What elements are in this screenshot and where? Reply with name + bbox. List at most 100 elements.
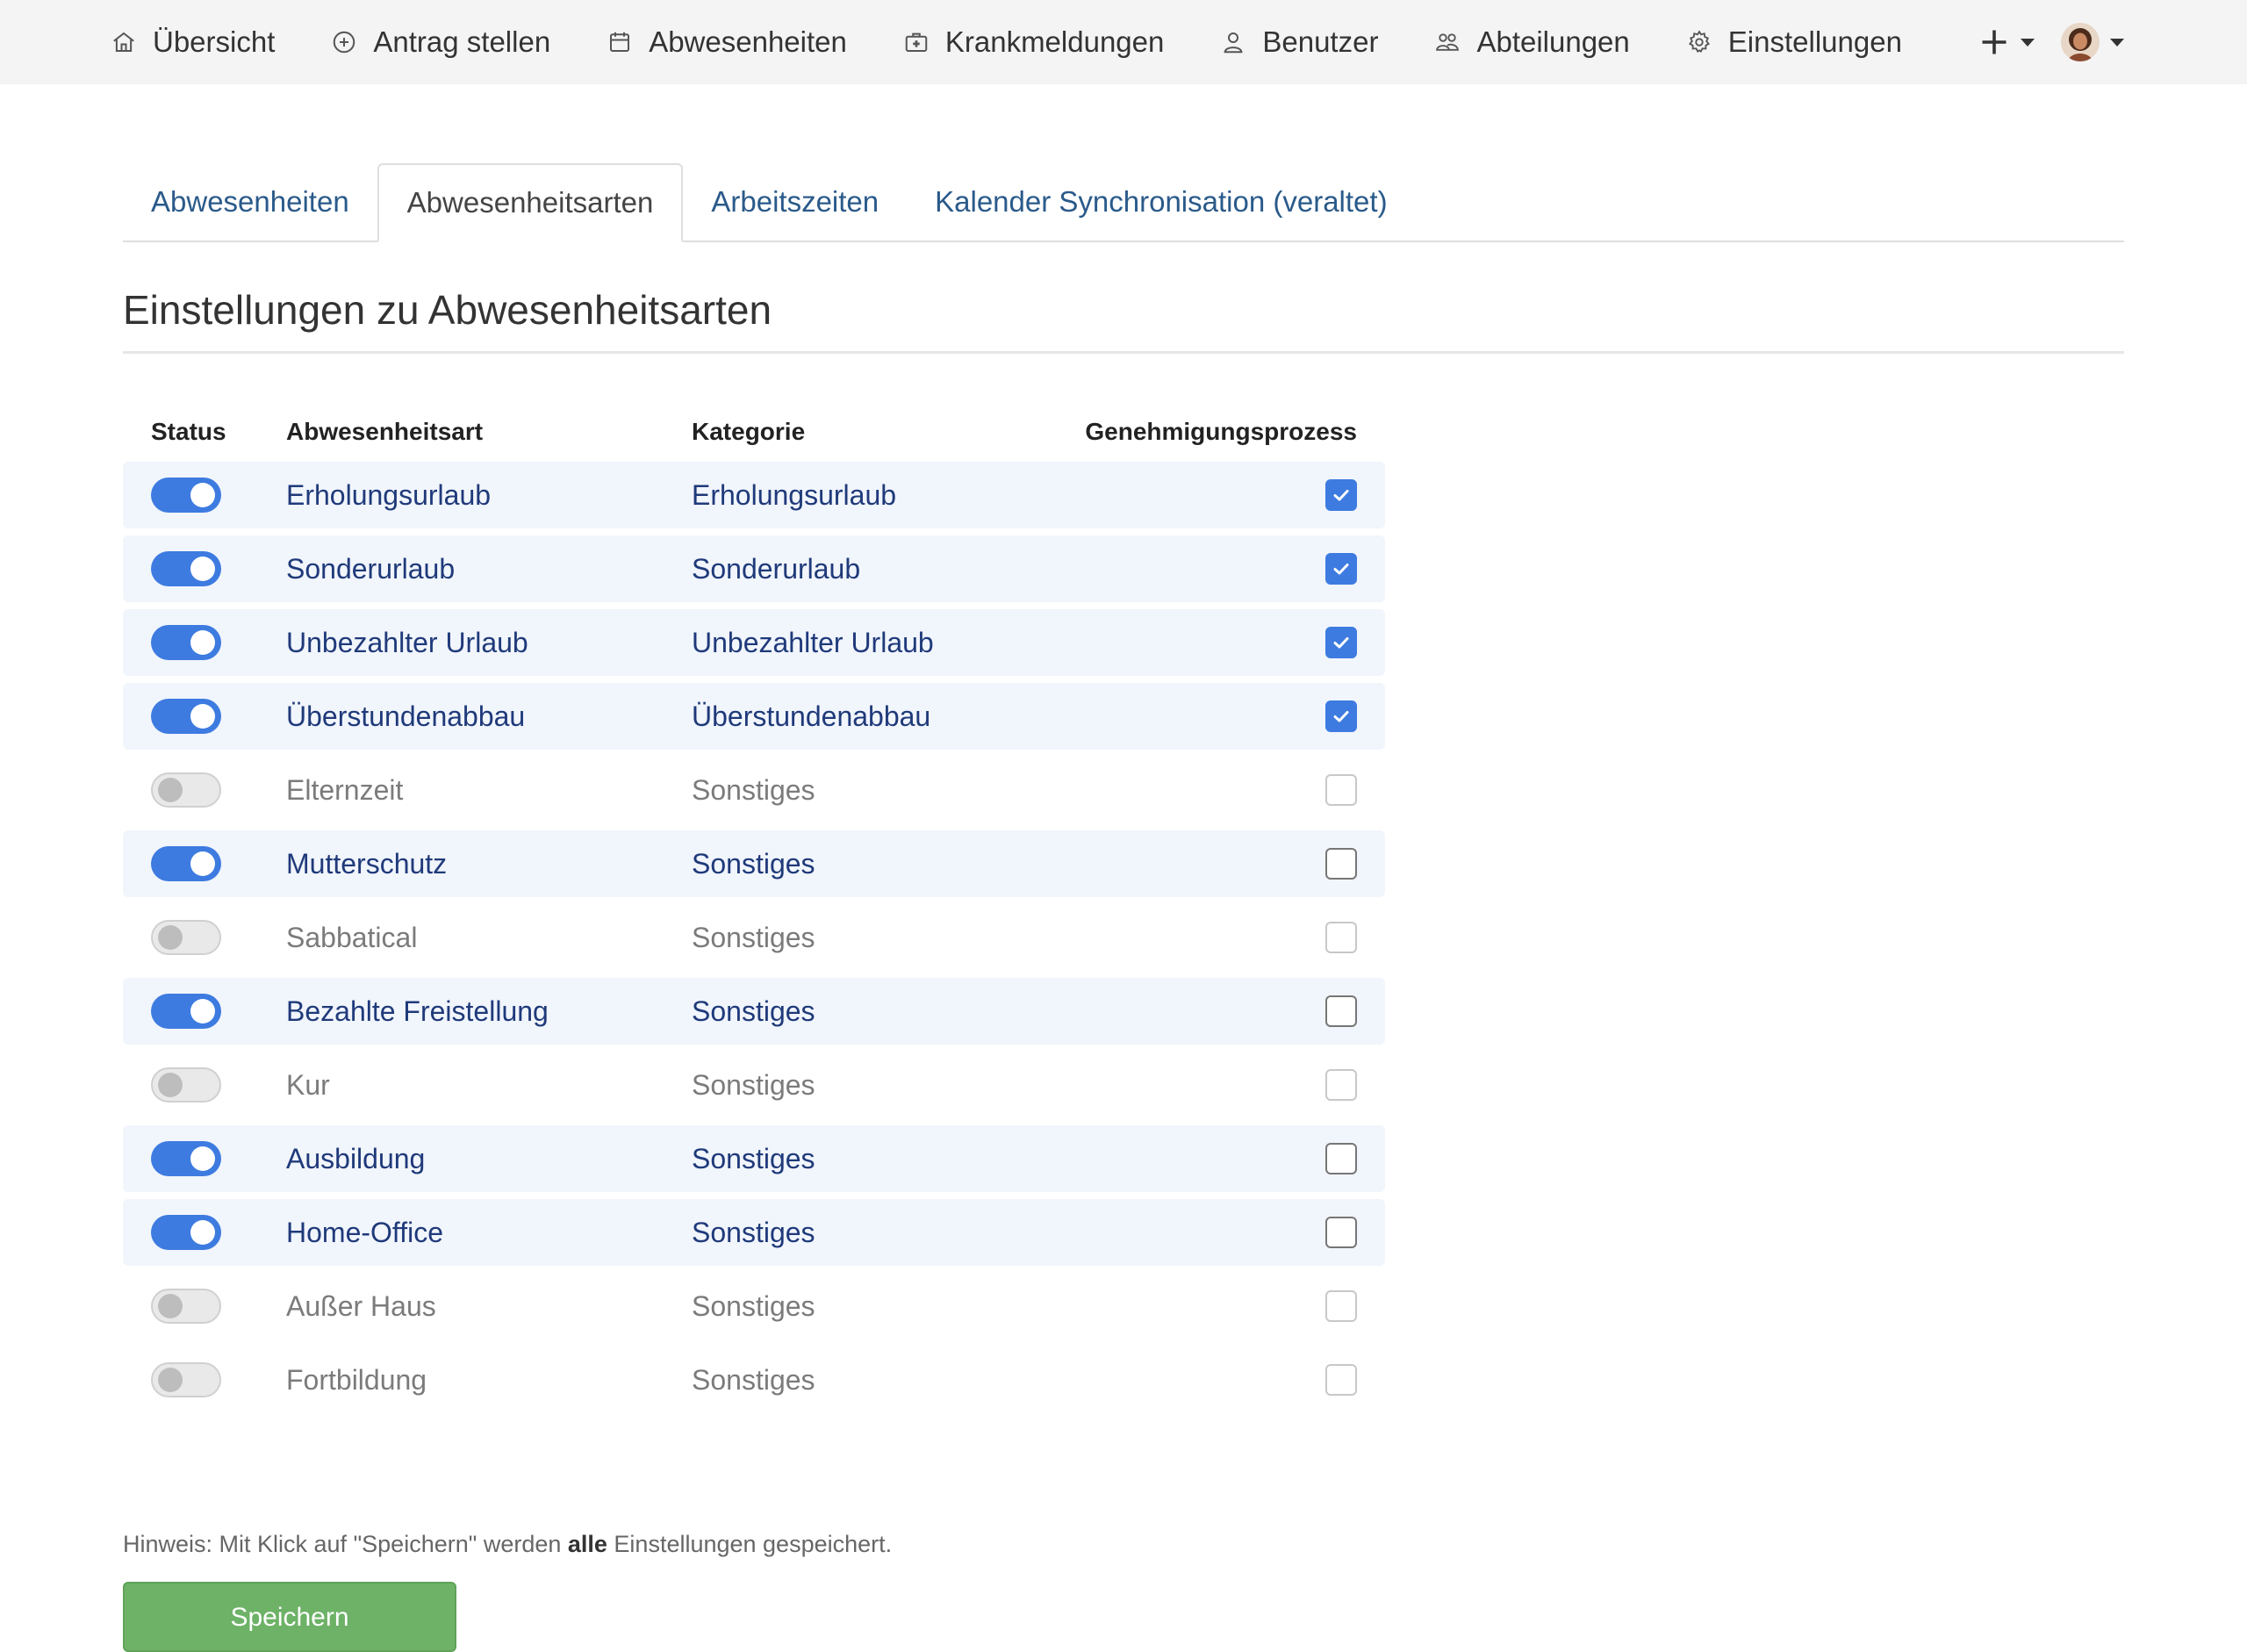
- status-toggle[interactable]: [151, 699, 221, 734]
- absence-category: Sonstiges: [692, 1289, 815, 1322]
- table-header: Status Abwesenheitsart Kategorie Genehmi…: [123, 409, 1385, 455]
- approval-checkbox[interactable]: [1325, 1290, 1357, 1322]
- nav-item-label: Abwesenheiten: [649, 25, 847, 58]
- tab-working-times[interactable]: Arbeitszeiten: [683, 163, 907, 241]
- medical-case-icon: [903, 29, 930, 55]
- hint-bold: alle: [567, 1531, 607, 1557]
- approval-checkbox[interactable]: [1325, 1217, 1357, 1248]
- table-row: Bezahlte Freistellung Sonstiges: [123, 978, 1385, 1045]
- nav-item-departments[interactable]: Abteilungen: [1434, 25, 1630, 59]
- nav-item-sick-notes[interactable]: Krankmeldungen: [903, 25, 1165, 59]
- approval-cell: [1078, 479, 1385, 511]
- status-toggle[interactable]: [151, 1289, 221, 1324]
- plus-icon: [1982, 30, 2007, 54]
- nav-item-label: Einstellungen: [1727, 25, 1902, 58]
- toggle-knob: [190, 704, 215, 729]
- toggle-knob: [190, 483, 215, 507]
- status-toggle[interactable]: [151, 478, 221, 513]
- table-row: Überstundenabbau Überstundenabbau: [123, 683, 1385, 750]
- settings-tabs: Abwesenheiten Abwesenheitsarten Arbeitsz…: [123, 163, 2124, 242]
- absence-category: Sonderurlaub: [692, 552, 861, 585]
- status-cell: [123, 1215, 286, 1250]
- tab-absences[interactable]: Abwesenheiten: [123, 163, 377, 241]
- toggle-knob: [190, 1220, 215, 1245]
- toggle-knob: [158, 1294, 183, 1318]
- table-row: Sabbatical Sonstiges: [123, 904, 1385, 971]
- table-row: Home-Office Sonstiges: [123, 1199, 1385, 1266]
- approval-checkbox[interactable]: [1325, 1069, 1357, 1101]
- absence-category: Sonstiges: [692, 1142, 815, 1174]
- absence-category: Sonstiges: [692, 773, 815, 806]
- toggle-knob: [190, 851, 215, 876]
- plus-circle-icon: [331, 29, 357, 55]
- approval-checkbox[interactable]: [1325, 627, 1357, 658]
- quick-add-dropdown[interactable]: [1978, 26, 2035, 58]
- status-toggle[interactable]: [151, 625, 221, 660]
- approval-cell: [1078, 922, 1385, 953]
- approval-checkbox[interactable]: [1325, 995, 1357, 1027]
- nav-item-request[interactable]: Antrag stellen: [331, 25, 550, 59]
- checkmark-icon: [1333, 564, 1349, 575]
- checkmark-icon: [1333, 637, 1349, 649]
- approval-cell: [1078, 553, 1385, 585]
- status-toggle[interactable]: [151, 551, 221, 586]
- table-row: Sonderurlaub Sonderurlaub: [123, 535, 1385, 602]
- status-cell: [123, 1141, 286, 1176]
- approval-cell: [1078, 1364, 1385, 1396]
- approval-checkbox[interactable]: [1325, 479, 1357, 511]
- toggle-knob: [158, 925, 183, 950]
- status-toggle[interactable]: [151, 1067, 221, 1103]
- chevron-down-icon: [2110, 38, 2124, 47]
- column-header-approval: Genehmigungsprozess: [1085, 418, 1357, 445]
- absence-type-name: Bezahlte Freistellung: [286, 995, 549, 1027]
- status-toggle[interactable]: [151, 846, 221, 881]
- page-title: Einstellungen zu Abwesenheitsarten: [123, 286, 2124, 354]
- column-header-type: Abwesenheitsart: [286, 418, 484, 445]
- table-row: Fortbildung Sonstiges: [123, 1347, 1385, 1413]
- nav-item-absences[interactable]: Abwesenheiten: [607, 25, 847, 59]
- approval-cell: [1078, 995, 1385, 1027]
- absence-category: Sonstiges: [692, 1068, 815, 1101]
- users-group-icon: [1434, 29, 1461, 55]
- status-cell: [123, 478, 286, 513]
- status-toggle[interactable]: [151, 1141, 221, 1176]
- nav-item-label: Krankmeldungen: [944, 25, 1165, 58]
- save-hint: Hinweis: Mit Klick auf "Speichern" werde…: [123, 1531, 892, 1558]
- status-cell: [123, 699, 286, 734]
- table-row: Mutterschutz Sonstiges: [123, 830, 1385, 897]
- nav-item-label: Übersicht: [153, 25, 276, 58]
- nav-item-users[interactable]: Benutzer: [1220, 25, 1378, 59]
- nav-item-overview[interactable]: Übersicht: [111, 25, 275, 59]
- absence-type-name: Unbezahlter Urlaub: [286, 626, 528, 658]
- approval-checkbox[interactable]: [1325, 1364, 1357, 1396]
- toggle-knob: [158, 778, 183, 802]
- approval-checkbox[interactable]: [1325, 848, 1357, 880]
- status-cell: [123, 1362, 286, 1397]
- user-menu-dropdown[interactable]: [2061, 23, 2124, 61]
- status-toggle[interactable]: [151, 994, 221, 1029]
- approval-checkbox[interactable]: [1325, 1143, 1357, 1174]
- approval-checkbox[interactable]: [1325, 774, 1357, 806]
- user-icon: [1220, 29, 1246, 55]
- absence-category: Sonstiges: [692, 921, 815, 953]
- absence-type-name: Außer Haus: [286, 1289, 436, 1322]
- nav-right: [1978, 0, 2124, 84]
- table-row: Außer Haus Sonstiges: [123, 1273, 1385, 1340]
- absence-category: Erholungsurlaub: [692, 478, 897, 511]
- status-toggle[interactable]: [151, 772, 221, 808]
- nav-item-settings[interactable]: Einstellungen: [1686, 25, 1902, 59]
- status-toggle[interactable]: [151, 1215, 221, 1250]
- status-toggle[interactable]: [151, 1362, 221, 1397]
- status-toggle[interactable]: [151, 920, 221, 955]
- main-nav: Übersicht Antrag stellen Abwesenheiten K…: [111, 0, 1958, 84]
- approval-checkbox[interactable]: [1325, 922, 1357, 953]
- approval-checkbox[interactable]: [1325, 700, 1357, 732]
- checkmark-icon: [1333, 490, 1349, 501]
- approval-checkbox[interactable]: [1325, 553, 1357, 585]
- absence-type-name: Überstundenabbau: [286, 700, 526, 732]
- tab-absence-types[interactable]: Abwesenheitsarten: [377, 163, 684, 242]
- absence-type-name: Sonderurlaub: [286, 552, 456, 585]
- status-cell: [123, 1289, 286, 1324]
- tab-calendar-sync[interactable]: Kalender Synchronisation (veraltet): [907, 163, 1415, 241]
- save-button[interactable]: Speichern: [123, 1582, 456, 1652]
